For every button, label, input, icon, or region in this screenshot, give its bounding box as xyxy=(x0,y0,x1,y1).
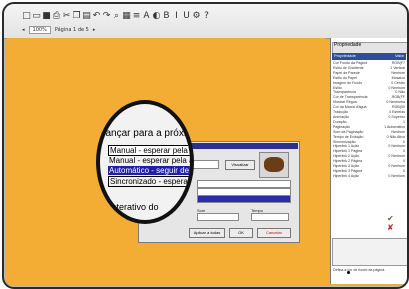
properties-edit-box[interactable] xyxy=(332,238,407,266)
properties-panel: Propriedade Propriedade Valor Cor Fundo … xyxy=(330,38,407,284)
toolbar: □ ▭ ■ ⎙ ✂ ❐ ▤ ↶ ↷ ⌕ ▦ ≡ A ◐ B I U ⚙? ◂ 100% Página 1 de 5… xyxy=(4,4,407,39)
properties-columns: Propriedade Valor xyxy=(332,53,406,60)
col-property: Propriedade xyxy=(334,53,356,58)
open-icon[interactable]: ▭ xyxy=(32,11,41,21)
check-icon[interactable]: ✔ xyxy=(387,214,405,223)
mag-select-advance[interactable]: Manual - esperar pela a xyxy=(108,145,190,156)
preview-thumbnail xyxy=(264,157,284,172)
zoom-select[interactable]: 100% xyxy=(28,26,51,34)
properties-actions: ✔ ✘ xyxy=(387,214,405,232)
mag-line-interactive: o interativo do xyxy=(102,202,159,212)
print-icon[interactable]: ⎙ xyxy=(52,11,61,21)
page-indicator: Página 1 de 5 xyxy=(54,27,89,33)
magnifier: Avançar para a próxim Manual - esperar p… xyxy=(96,100,194,224)
cancel-button[interactable]: Cancelar xyxy=(257,228,291,238)
align-icon[interactable]: ≡ xyxy=(132,11,141,21)
delete-icon[interactable]: ✘ xyxy=(387,223,405,232)
zoom-icon[interactable]: ⌕ xyxy=(112,11,121,21)
undo-icon[interactable]: ↶ xyxy=(92,11,101,21)
mag-option-manual[interactable]: Manual - esperar pela a xyxy=(108,156,190,165)
underline-icon[interactable]: U xyxy=(182,11,191,21)
settings-icon[interactable]: ⚙ xyxy=(192,11,201,21)
mag-option-automatic[interactable]: Automático - seguir de ac xyxy=(108,166,190,175)
ok-button[interactable]: OK xyxy=(229,228,253,238)
property-value: 0 Nenhum xyxy=(388,173,405,178)
bold-icon[interactable]: B xyxy=(162,11,171,21)
advance-select[interactable] xyxy=(197,180,291,188)
next-icon[interactable]: ▸ xyxy=(93,27,96,33)
help-icon[interactable]: ? xyxy=(202,11,211,21)
grid-icon[interactable]: ▦ xyxy=(122,11,131,21)
font-icon[interactable]: A xyxy=(142,11,151,21)
paste-icon[interactable]: ▤ xyxy=(82,11,91,21)
color-icon[interactable]: ◐ xyxy=(152,11,161,21)
cut-icon[interactable]: ✂ xyxy=(62,11,71,21)
property-name: Hiperlink 4 Ação xyxy=(333,173,359,178)
preview-button[interactable]: Visualizar xyxy=(225,160,255,170)
transition-preview-image xyxy=(259,152,289,178)
properties-list: Cor Fundo da Página RGB(F7 Estilo de Gradi… xyxy=(332,61,406,179)
copy-icon[interactable]: ❐ xyxy=(72,11,81,21)
new-icon[interactable]: □ xyxy=(22,11,31,21)
time-select[interactable] xyxy=(251,213,289,221)
mag-line-advance: Avançar para a próxim xyxy=(96,128,194,139)
advance-option-3[interactable] xyxy=(197,195,291,203)
save-icon[interactable]: ■ xyxy=(42,11,51,21)
properties-footer: Defina a cor de fundo da página. xyxy=(333,268,386,272)
cursor-dot xyxy=(347,271,350,274)
redo-icon[interactable]: ↷ xyxy=(102,11,111,21)
properties-title: Propriedade xyxy=(334,42,362,48)
italic-icon[interactable]: I xyxy=(172,11,181,21)
app-window: □ ▭ ■ ⎙ ✂ ❐ ▤ ↶ ↷ ⌕ ▦ ≡ A ◐ B I U ⚙? ◂ 100% Página 1 de 5… xyxy=(2,2,409,289)
sound-select[interactable] xyxy=(197,213,239,221)
col-value: Valor xyxy=(394,53,404,58)
toolbar-icons: □ ▭ ■ ⎙ ✂ ❐ ▤ ↶ ↷ ⌕ ▦ ≡ A ◐ B I U ⚙? xyxy=(22,11,211,23)
back-icon[interactable]: ◂ xyxy=(22,27,25,33)
mag-option-sync[interactable]: Sincronizado - esperar xyxy=(108,176,190,187)
property-row[interactable]: Hiperlink 4 Ação 0 Nenhum xyxy=(332,174,406,179)
toolbar-row-2: ◂ 100% Página 1 de 5 ▸ xyxy=(22,26,95,34)
apply-all-button[interactable]: Aplicar a todas xyxy=(189,228,225,238)
